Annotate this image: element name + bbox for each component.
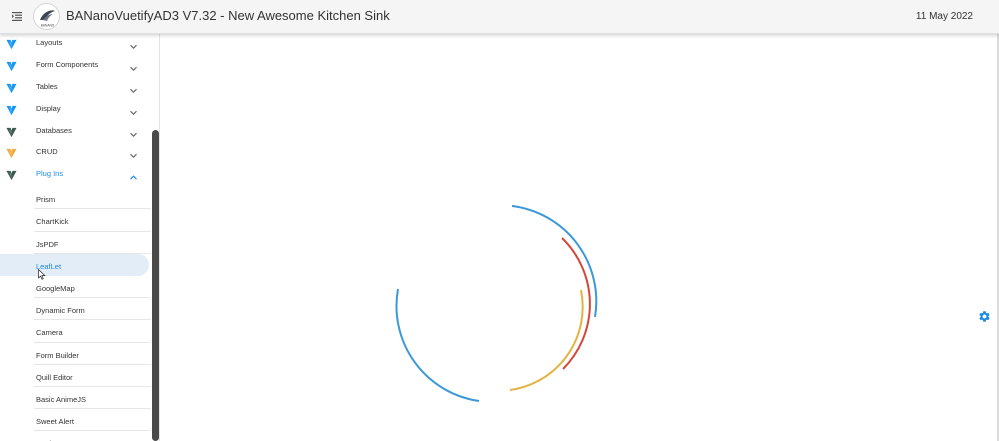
vuetify-v-logo-icon [6, 59, 17, 71]
vuetify-v-logo-icon [6, 168, 17, 181]
sidebar-item-kanban[interactable]: Kanban [0, 431, 152, 441]
sidebar-group-label: Plug Ins [36, 169, 64, 179]
sidebar-item-label: Form Builder [36, 350, 79, 360]
sidebar-group-label: Display [36, 103, 61, 113]
sidebar-group-plug-ins[interactable]: Plug Ins [0, 165, 152, 187]
spinner-arc-yellow [509, 289, 584, 391]
sidebar-item-label: JsPDF [36, 239, 59, 249]
vuetify-v-logo-icon [6, 125, 17, 137]
sidebar-item-prism[interactable]: Prism [0, 187, 152, 210]
gear-icon[interactable] [978, 310, 991, 323]
sidebar-group-layouts[interactable]: Layouts [0, 34, 152, 56]
sidebar-item-label: Quill Editor [36, 372, 73, 382]
sidebar-item-label: Camera [36, 328, 63, 338]
vuetify-v-logo-icon [6, 146, 17, 159]
sidebar-item-label: Basic AnimeJS [36, 394, 87, 404]
sidebar-item-leaflet[interactable]: LeafLet [0, 253, 149, 280]
navigation-drawer: Layouts Form Components Tables Display Datab… [0, 34, 160, 441]
sidebar-group-label: CRUD [36, 147, 58, 157]
chevron-up-icon[interactable] [129, 169, 138, 180]
sidebar-group-form-components[interactable]: Form Components [0, 56, 152, 78]
vuetify-v-logo-icon [6, 37, 17, 50]
sidebar-group-label: Form Components [36, 59, 99, 69]
sidebar-item-quill-editor[interactable]: Quill Editor [0, 365, 152, 387]
app-bar: BANANO BANanoVuetifyAD3 V7.32 - New Awes… [0, 0, 999, 34]
spinner-arc-blue-outer-bottom [395, 288, 480, 402]
spinner-arc-blue-outer-top [511, 205, 598, 318]
sidebar-group-display[interactable]: Display [0, 100, 152, 122]
vuetify-v-logo-icon [6, 81, 17, 93]
sidebar-group-label: Layouts [36, 38, 63, 47]
sidebar-group-crud[interactable]: CRUD [0, 143, 152, 165]
nav-list: Layouts Form Components Tables Display Datab… [0, 34, 152, 441]
app-logo: BANANO [33, 3, 60, 30]
chevron-down-icon[interactable] [129, 126, 138, 137]
app-root: BANANO BANanoVuetifyAD3 V7.32 - New Awes… [0, 0, 999, 441]
chevron-down-icon[interactable] [129, 82, 138, 93]
chevron-down-icon[interactable] [129, 38, 138, 49]
sidebar-group-tables[interactable]: Tables [0, 78, 152, 100]
sidebar-item-label: Dynamic Form [36, 306, 85, 316]
logo-text: BANANO [41, 24, 55, 28]
sidebar-item-chartkick[interactable]: ChartKick [0, 209, 152, 232]
sidebar-group-databases[interactable]: Databases [0, 122, 152, 144]
sidebar-group-label: Databases [36, 125, 72, 135]
menu-list-icon[interactable] [9, 9, 25, 25]
app-date: 11 May 2022 [915, 11, 973, 22]
sidebar-item-basic-animejs[interactable]: Basic AnimeJS [0, 387, 152, 410]
sidebar-item-label: ChartKick [36, 217, 69, 227]
sidebar-item-jspdf[interactable]: JsPDF [0, 232, 152, 254]
sidebar-item-googlemap[interactable]: GoogleMap [0, 276, 152, 299]
chevron-down-icon[interactable] [129, 104, 138, 115]
loading-spinner [395, 205, 598, 402]
sidebar-group-label: Tables [36, 81, 58, 91]
sidebar-scrollbar[interactable] [152, 130, 159, 441]
app-title: BANanoVuetifyAD3 V7.32 - New Awesome Kit… [66, 8, 390, 23]
sidebar-item-camera[interactable]: Camera [0, 320, 152, 343]
sidebar-item-sweet-alert[interactable]: Sweet Alert [0, 409, 152, 432]
sidebar-item-label: Prism [36, 195, 56, 205]
chevron-down-icon[interactable] [129, 147, 138, 159]
chevron-down-icon[interactable] [129, 60, 138, 71]
sidebar-item-label: Sweet Alert [36, 417, 74, 427]
sidebar-item-form-builder[interactable]: Form Builder [0, 343, 152, 365]
sidebar-item-label: GoogleMap [36, 283, 75, 293]
vuetify-v-logo-icon [6, 103, 17, 115]
sidebar-item-dynamic-form[interactable]: Dynamic Form [0, 298, 152, 321]
